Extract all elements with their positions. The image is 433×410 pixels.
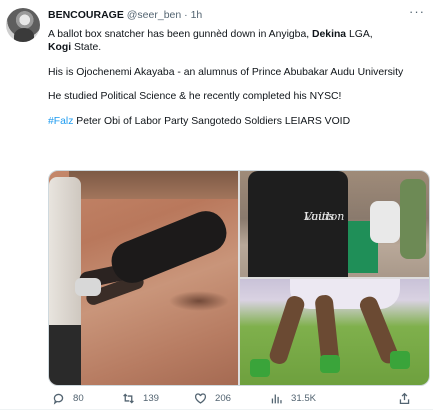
background-figure <box>370 201 400 243</box>
text-span: A ballot box snatcher has been gunnèd do… <box>48 29 313 40</box>
views-count: 31.5K <box>291 393 317 404</box>
tweet[interactable]: BENCOURAGE @seer_ben · 1h ··· A ballot b… <box>0 0 433 410</box>
tweet-paragraph-3: He studied Political Science & he recent… <box>48 91 342 103</box>
trend-text: Peter Obi of Labor Party Sangotedo Soldi… <box>73 115 351 127</box>
like-button[interactable]: 206 <box>194 392 231 405</box>
media-grid: Louis Vuitton <box>48 170 430 386</box>
timestamp[interactable]: 1h <box>191 9 203 21</box>
avatar[interactable] <box>6 8 40 42</box>
share-button[interactable] <box>398 392 411 405</box>
tweet-header: BENCOURAGE @seer_ben · 1h <box>48 9 202 21</box>
retweet-icon <box>123 393 134 404</box>
tweet-actions: 80 139 206 31.5K <box>48 392 428 408</box>
reply-button[interactable]: 80 <box>52 392 84 405</box>
like-icon <box>194 393 207 404</box>
background-figure <box>400 179 426 259</box>
views-button[interactable]: 31.5K <box>270 392 316 405</box>
reply-count: 80 <box>73 393 84 404</box>
share-icon <box>399 392 410 405</box>
shirt-print-line: Vuitton <box>304 210 345 223</box>
media-image-2[interactable]: Louis Vuitton <box>240 171 429 277</box>
sock <box>250 359 270 377</box>
figure-body <box>105 205 233 289</box>
author-name[interactable]: BENCOURAGE <box>48 9 124 21</box>
retweet-count: 139 <box>143 393 160 404</box>
bold-text: Dekina <box>312 29 347 40</box>
wall <box>69 171 238 199</box>
like-count: 206 <box>215 393 232 404</box>
white-cloth <box>290 279 400 309</box>
author-handle[interactable]: @seer_ben <box>127 9 181 21</box>
tweet-paragraph-1: A ballot box snatcher has been gunnèd do… <box>48 28 418 55</box>
text-span: LGA, <box>346 29 373 40</box>
bold-text: Kogi <box>48 42 72 54</box>
shoe <box>75 278 101 296</box>
tweet-paragraph-2: His is Ojochenemi Akayaba - an alumnus o… <box>48 66 404 78</box>
media-image-1[interactable] <box>49 171 238 385</box>
tweet-paragraph-4: #Falz Peter Obi of Labor Party Sangotedo… <box>48 115 418 128</box>
hashtag-link[interactable]: #Falz <box>48 116 73 127</box>
sock <box>320 355 340 373</box>
text-span: State. <box>71 42 102 54</box>
more-options-icon[interactable]: ··· <box>409 4 425 19</box>
leg <box>267 293 307 367</box>
sock <box>390 351 410 369</box>
tweet-text: A ballot box snatcher has been gunnèd do… <box>48 28 418 139</box>
retweet-button[interactable]: 139 <box>122 392 159 405</box>
media-image-3[interactable] <box>240 279 429 385</box>
separator: · <box>184 9 188 21</box>
shirt: Louis Vuitton <box>248 171 348 277</box>
views-icon <box>271 394 282 404</box>
reply-icon <box>53 393 64 405</box>
